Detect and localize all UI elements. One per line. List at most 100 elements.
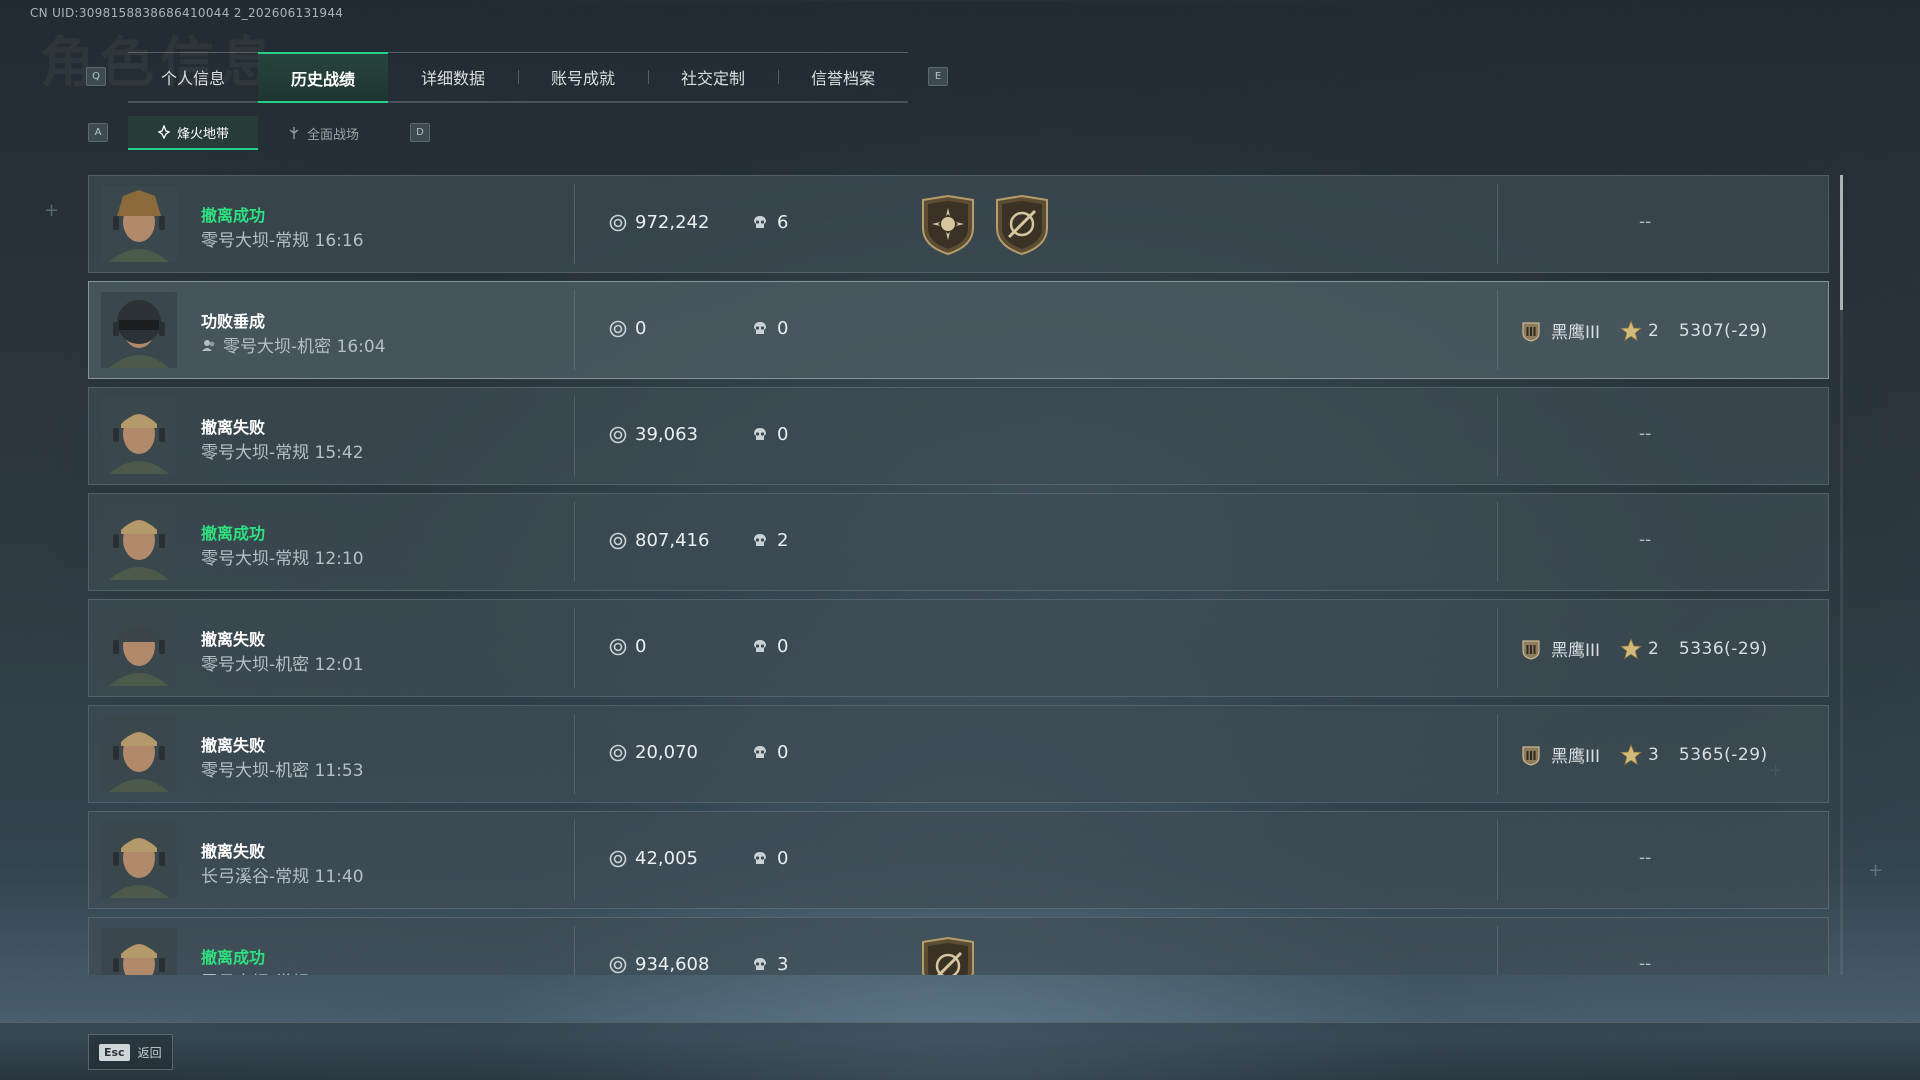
match-status: 撤离成功 — [201, 524, 266, 543]
map-name-time: 零号大坝-常规 16:16 — [201, 231, 364, 251]
tab-match-history[interactable]: 历史战绩 — [258, 52, 388, 103]
rank-name: 黑鹰III — [1551, 323, 1601, 343]
skull-icon — [754, 851, 766, 864]
operator-avatar — [101, 716, 177, 792]
medal-list — [919, 936, 977, 975]
fire-zone-icon — [157, 125, 171, 139]
column-divider — [574, 502, 575, 582]
rank-badge-icon — [1522, 321, 1540, 342]
match-status: 功败垂成 — [201, 312, 266, 331]
operator-avatar — [101, 610, 177, 686]
medal-list — [919, 194, 1051, 256]
crosshair-medal-icon[interactable] — [993, 194, 1051, 256]
match-row[interactable]: 撤离失败 零号大坝-机密 12:01 0 0 黑鹰III 2 5336(-29) — [88, 599, 1829, 697]
back-label: 返回 — [137, 1045, 162, 1060]
extracted-value: 39,063 — [609, 424, 698, 445]
star-count: 2 — [1648, 638, 1659, 659]
bottom-bar — [0, 1022, 1920, 1080]
match-row[interactable]: 功败垂成 零号大坝-机密 16:04 0 0 黑鹰III 2 5307(-29) — [88, 281, 1829, 379]
column-divider — [1497, 290, 1498, 370]
sun-medal-icon[interactable] — [919, 194, 977, 256]
currency-icon — [609, 214, 627, 231]
star-icon — [1620, 637, 1643, 659]
operator-avatar — [101, 822, 177, 898]
kills-value: 0 — [777, 742, 789, 763]
subtab-label: 烽火地带 — [176, 126, 229, 142]
next-subtab-key[interactable]: D — [410, 123, 430, 142]
currency-icon — [609, 532, 627, 549]
map-name-time: 长弓溪谷-常规 11:40 — [201, 867, 364, 887]
match-status: 撤离失败 — [201, 630, 266, 649]
column-divider — [574, 184, 575, 264]
kill-count: 6 — [751, 212, 788, 233]
map-name-time: 零号大坝-常规 11:13 — [201, 968, 364, 975]
kills-value: 6 — [777, 212, 789, 233]
column-divider — [574, 290, 575, 370]
subtab-label: 全面战场 — [306, 127, 359, 143]
tab-social-custom[interactable]: 社交定制 — [648, 53, 778, 101]
match-row[interactable]: 撤离成功 零号大坝-常规 12:10 807,416 2 -- — [88, 493, 1829, 591]
kill-count: 0 — [751, 742, 788, 763]
star-count: 2 — [1648, 320, 1659, 341]
tab-achievements[interactable]: 账号成就 — [518, 53, 648, 101]
rank-badge-icon — [1522, 745, 1540, 766]
crosshair-medal-icon[interactable] — [919, 936, 977, 975]
kills-value: 0 — [777, 424, 789, 445]
rank-score: 5307(-29) — [1678, 320, 1768, 341]
rank-score: 5336(-29) — [1678, 638, 1768, 659]
scrollbar[interactable] — [1840, 175, 1843, 975]
money-value: 39,063 — [635, 424, 698, 445]
match-row[interactable]: 撤离成功 零号大坝-常规 16:16 972,242 6 -- — [88, 175, 1829, 273]
money-value: 934,608 — [635, 954, 710, 975]
scrollbar-thumb[interactable] — [1840, 175, 1843, 310]
rank-placeholder: -- — [1639, 212, 1652, 232]
match-row[interactable]: 撤离失败 长弓溪谷-常规 11:40 42,005 0 -- — [88, 811, 1829, 909]
column-divider — [574, 608, 575, 688]
subtab-fire-zone[interactable]: 烽火地带 — [128, 116, 258, 150]
kill-count: 0 — [751, 318, 788, 339]
kill-count: 2 — [751, 530, 788, 551]
match-row[interactable]: 撤离失败 零号大坝-常规 15:42 39,063 0 -- — [88, 387, 1829, 485]
rank-placeholder: -- — [1639, 848, 1652, 868]
map-info: 零号大坝-机密 11:53 — [201, 756, 364, 781]
skull-icon — [754, 215, 766, 228]
prev-subtab-key[interactable]: A — [88, 123, 108, 142]
skull-icon — [754, 427, 766, 440]
tab-personal-info[interactable]: 个人信息 — [128, 53, 258, 101]
map-info: 零号大坝-常规 11:13 — [201, 968, 364, 975]
money-value: 42,005 — [635, 848, 698, 869]
map-info: 零号大坝-机密 16:04 — [201, 332, 386, 357]
star-icon — [1620, 319, 1643, 341]
kills-value: 0 — [777, 848, 789, 869]
kill-count: 0 — [751, 636, 788, 657]
match-status: 撤离成功 — [201, 948, 266, 967]
tab-detailed-data[interactable]: 详细数据 — [388, 53, 518, 101]
kills-value: 0 — [777, 318, 789, 339]
back-button[interactable]: Esc 返回 — [88, 1034, 173, 1070]
operator-avatar — [101, 292, 177, 368]
extracted-value: 0 — [609, 318, 646, 339]
money-value: 807,416 — [635, 530, 710, 551]
extracted-value: 20,070 — [609, 742, 698, 763]
column-divider — [1497, 502, 1498, 582]
column-divider — [1497, 184, 1498, 264]
main-tabs: 个人信息 历史战绩 详细数据 账号成就 社交定制 信誉档案 — [128, 52, 908, 103]
column-divider — [1497, 608, 1498, 688]
map-info: 零号大坝-常规 16:16 — [201, 226, 364, 251]
tab-reputation[interactable]: 信誉档案 — [778, 53, 908, 101]
extracted-value: 42,005 — [609, 848, 698, 869]
column-divider — [1497, 926, 1498, 975]
currency-icon — [609, 638, 627, 655]
star-count: 3 — [1648, 744, 1659, 765]
prev-tab-key[interactable]: Q — [86, 67, 106, 86]
match-row[interactable]: 撤离失败 零号大坝-机密 11:53 20,070 0 黑鹰III 3 5365(-29) — [88, 705, 1829, 803]
map-name-time: 零号大坝-常规 15:42 — [201, 443, 364, 463]
match-status: 撤离失败 — [201, 736, 266, 755]
match-row[interactable]: 撤离成功零号大坝-常规 11:13 934,608 3 -- — [88, 917, 1829, 975]
next-tab-key[interactable]: E — [928, 67, 948, 86]
currency-icon — [609, 956, 627, 973]
kills-value: 2 — [777, 530, 789, 551]
rank-placeholder: -- — [1639, 424, 1652, 444]
rank-badge-icon — [1522, 639, 1540, 660]
subtab-battlefield[interactable]: 全面战场 — [258, 116, 388, 150]
